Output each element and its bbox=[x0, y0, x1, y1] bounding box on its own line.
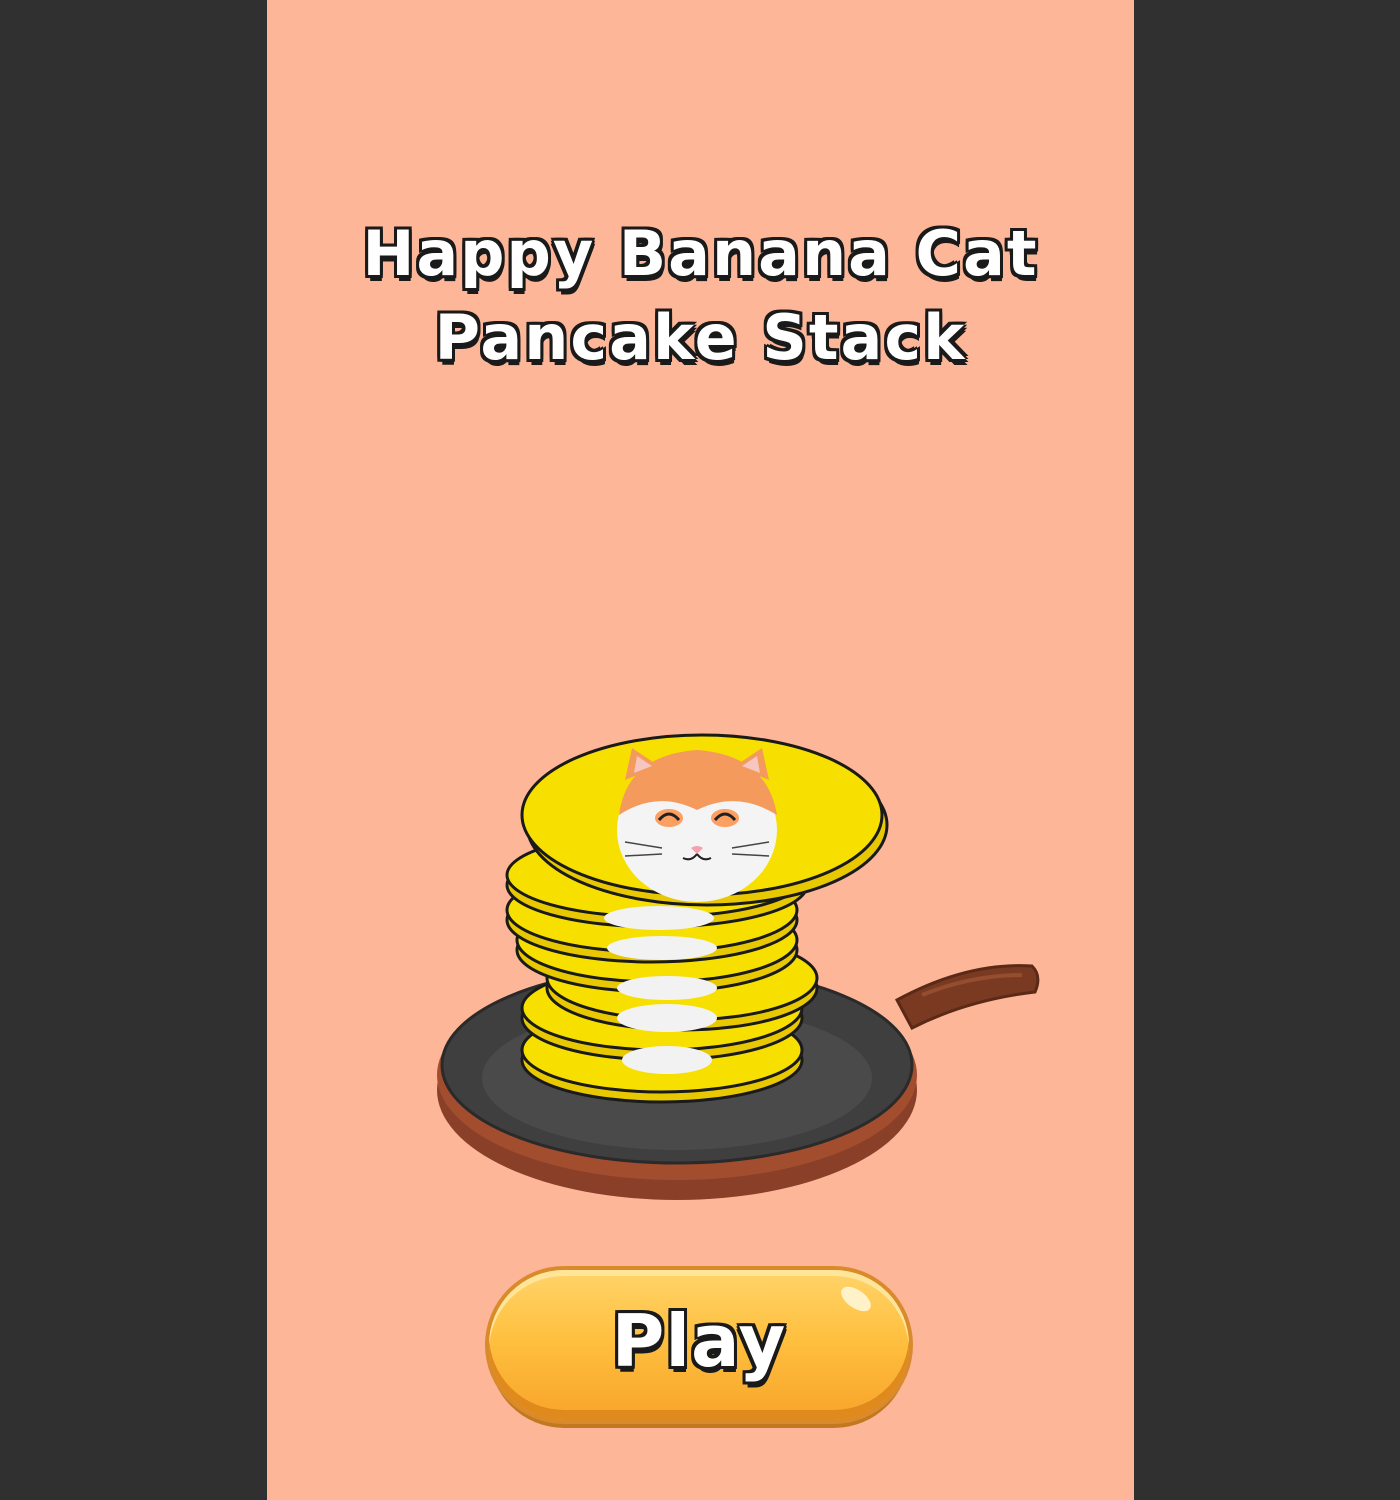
cat-face-icon bbox=[617, 748, 777, 902]
pancake-scene bbox=[437, 733, 1040, 1200]
title-line-2: Pancake Stack bbox=[434, 301, 967, 374]
game-screen: Happy Banana Cat Pancake Stack Play bbox=[267, 0, 1134, 1500]
game-title: Happy Banana Cat Pancake Stack bbox=[267, 212, 1134, 380]
window-frame: Happy Banana Cat Pancake Stack Play bbox=[0, 0, 1400, 1500]
button-shine bbox=[836, 1281, 876, 1317]
play-button-label: Play bbox=[611, 1299, 787, 1383]
play-button[interactable]: Play bbox=[489, 1270, 909, 1420]
title-line-1: Happy Banana Cat bbox=[362, 217, 1039, 290]
